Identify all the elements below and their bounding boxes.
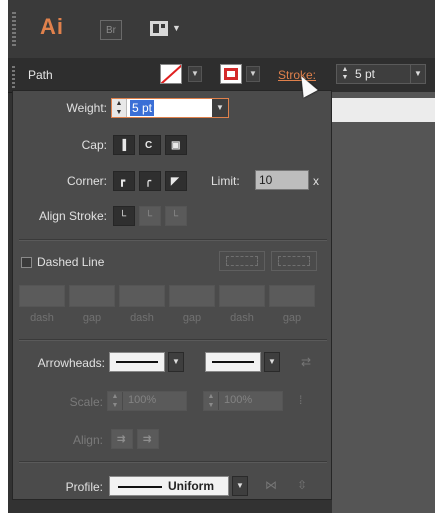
arrow-tip-beyond-button[interactable]: ⇉ <box>111 429 133 449</box>
arrow-align-label: Align: <box>72 433 103 447</box>
align-stroke-center-icon: └ <box>119 211 127 222</box>
round-cap-icon: C <box>145 140 153 151</box>
projecting-cap-icon: ▣ <box>171 140 181 151</box>
profile-value: Uniform <box>168 479 214 493</box>
chevron-down-icon: ▼ <box>172 23 181 33</box>
align-center-button[interactable]: └ <box>113 206 135 226</box>
stroke-panel: Weight: ▲ ▼ 5 pt ▼ Cap: ▐ C ▣ Corner: ┏ ╭… <box>12 90 332 500</box>
chevron-down-icon[interactable]: ▼ <box>212 99 228 117</box>
scale-label: Scale: <box>69 395 103 409</box>
miter-join-icon: ┏ <box>119 176 126 187</box>
stroke-weight-value: 5 pt <box>355 67 376 81</box>
dashed-line-label: Dashed Line <box>37 255 105 269</box>
application-bar: Ai Br ▼ <box>8 0 435 59</box>
weight-field[interactable]: ▲ ▼ 5 pt ▼ <box>111 98 229 118</box>
profile-preview-line <box>118 486 162 488</box>
workspace-layout-icon <box>150 21 168 36</box>
grip-handle-icon[interactable] <box>12 12 16 48</box>
stepper-arrows-icon[interactable]: ▲ ▼ <box>112 99 127 117</box>
dash-field-label: dash <box>30 312 54 324</box>
gap-field-3[interactable] <box>269 285 315 307</box>
stepper-arrows-icon[interactable]: ▲ ▼ <box>204 392 219 410</box>
link-scale-icon[interactable]: ⁞ <box>299 393 302 407</box>
bridge-button[interactable]: Br <box>100 20 122 40</box>
profile-label: Profile: <box>65 480 103 494</box>
butt-cap-button[interactable]: ▐ <box>113 135 135 155</box>
weight-label: Weight: <box>66 101 107 115</box>
flip-across-icon[interactable]: ⇳ <box>297 478 307 492</box>
stroke-dropdown[interactable]: ▼ <box>246 66 260 82</box>
limit-unit: x <box>313 174 319 188</box>
end-scale-field[interactable]: ▲ ▼ 100% <box>203 391 283 411</box>
limit-field[interactable]: 10 <box>255 170 309 190</box>
cap-label: Cap: <box>81 138 107 152</box>
swap-arrowheads-icon[interactable]: ⇄ <box>301 355 311 369</box>
limit-label: Limit: <box>211 174 240 188</box>
stroke-weight-field[interactable]: ▲ ▼ 5 pt ▼ <box>336 64 426 84</box>
dash-field-2[interactable] <box>119 285 165 307</box>
gap-field-1[interactable] <box>69 285 115 307</box>
divider <box>19 239 327 241</box>
arrow-place-icon: ⇉ <box>143 434 152 445</box>
profile-select[interactable]: Uniform <box>109 476 229 496</box>
fill-swatch[interactable] <box>160 64 182 84</box>
chevron-down-icon[interactable]: ▼ <box>410 65 425 83</box>
dashed-line-checkbox[interactable] <box>21 257 32 268</box>
align-stroke-label: Align Stroke: <box>38 209 107 223</box>
illustrator-logo: Ai <box>40 14 64 39</box>
chevron-down-icon[interactable]: ▼ <box>264 352 280 372</box>
align-stroke-outside-icon: └ <box>171 211 179 222</box>
dash-field-3[interactable] <box>219 285 265 307</box>
dash-field-1[interactable] <box>19 285 65 307</box>
bevel-join-icon: ◤ <box>171 176 179 187</box>
corner-label: Corner: <box>66 174 107 188</box>
stroke-color-chip <box>224 68 238 80</box>
divider <box>19 339 327 341</box>
end-scale-value: 100% <box>224 394 253 406</box>
miter-join-button[interactable]: ┏ <box>113 171 135 191</box>
chevron-down-icon[interactable]: ▼ <box>168 352 184 372</box>
start-arrowhead-select[interactable] <box>109 352 165 372</box>
preserve-dash-button[interactable] <box>219 251 265 271</box>
gap-field-2[interactable] <box>169 285 215 307</box>
arrow-tip-at-end-button[interactable]: ⇉ <box>137 429 159 449</box>
chevron-down-icon[interactable]: ▼ <box>232 476 248 496</box>
control-bar: Path ▼ ▼ Stroke: ▲ ▼ 5 pt ▼ <box>8 58 435 93</box>
start-scale-value: 100% <box>128 394 157 406</box>
workspace-layout-button[interactable]: ▼ <box>150 20 182 40</box>
gap-field-label: gap <box>282 312 302 324</box>
round-cap-button[interactable]: C <box>139 135 161 155</box>
divider <box>19 461 327 463</box>
selection-type-label: Path <box>28 68 53 82</box>
arrowheads-label: Arrowheads: <box>37 356 105 370</box>
fill-dropdown[interactable]: ▼ <box>188 66 202 82</box>
butt-cap-icon: ▐ <box>119 140 127 151</box>
align-outside-button[interactable]: └ <box>165 206 187 226</box>
bevel-join-button[interactable]: ◤ <box>165 171 187 191</box>
align-dash-corners-button[interactable] <box>271 251 317 271</box>
dash-field-label: dash <box>230 312 254 324</box>
flip-along-icon[interactable]: ⋈ <box>265 478 277 492</box>
align-stroke-inside-icon: └ <box>145 211 153 222</box>
dash-field-label: dash <box>130 312 154 324</box>
round-join-icon: ╭ <box>145 176 152 187</box>
weight-value: 5 pt <box>130 100 155 116</box>
projecting-cap-button[interactable]: ▣ <box>165 135 187 155</box>
canvas-area[interactable] <box>332 92 435 513</box>
arrow-extend-icon: ⇉ <box>117 434 126 445</box>
grip-handle-icon[interactable] <box>12 66 15 88</box>
start-scale-field[interactable]: ▲ ▼ 100% <box>107 391 187 411</box>
end-arrowhead-select[interactable] <box>205 352 261 372</box>
gap-field-label: gap <box>82 312 102 324</box>
align-inside-button[interactable]: └ <box>139 206 161 226</box>
stepper-arrows-icon[interactable]: ▲ ▼ <box>108 392 123 410</box>
gap-field-label: gap <box>182 312 202 324</box>
document-tab-strip <box>332 98 435 122</box>
stepper-arrows-icon[interactable]: ▲ ▼ <box>339 66 351 82</box>
stroke-swatch[interactable] <box>220 64 242 84</box>
round-join-button[interactable]: ╭ <box>139 171 161 191</box>
